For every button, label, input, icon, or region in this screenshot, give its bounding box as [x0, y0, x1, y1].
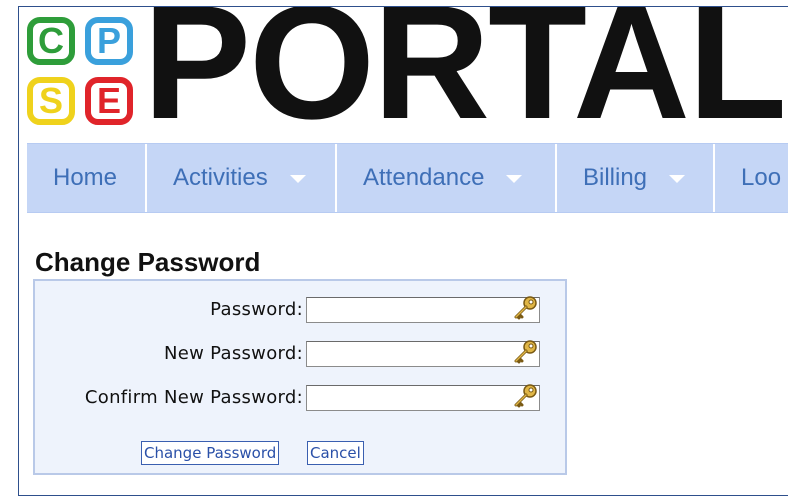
logo-tile-c: C: [27, 17, 75, 65]
page-title: Change Password: [35, 247, 261, 277]
confirm-password-label: Confirm New Password:: [84, 387, 303, 408]
new-password-label: New Password:: [163, 343, 303, 364]
new-password-row: New Password:: [35, 339, 565, 369]
key-icon: [514, 340, 537, 364]
chevron-down-icon: [289, 175, 306, 183]
nav-item-activities[interactable]: Activities: [147, 144, 337, 212]
nav-item-label: Home: [53, 164, 118, 191]
chevron-down-icon: [506, 175, 523, 183]
logo-tile-s: S: [27, 77, 75, 125]
nav-item-lookups[interactable]: Loo: [715, 144, 788, 212]
main-navigation: Home Activities Attendance Billing Loo: [27, 143, 788, 213]
nav-item-label: Billing: [583, 164, 648, 191]
logo-tile-e: E: [85, 77, 133, 125]
password-row: Password:: [35, 295, 565, 325]
change-password-button[interactable]: Change Password: [141, 441, 280, 465]
key-icon: [514, 384, 537, 408]
key-icon: [514, 296, 537, 320]
confirm-password-row: Confirm New Password:: [35, 383, 565, 413]
portal-window: C P S E PORTAL Home Activities Attendanc…: [18, 6, 788, 496]
confirm-password-field[interactable]: [306, 385, 540, 411]
nav-item-attendance[interactable]: Attendance: [337, 144, 557, 212]
password-field[interactable]: [306, 297, 540, 323]
new-password-field[interactable]: [306, 341, 540, 367]
cancel-button[interactable]: Cancel: [307, 441, 364, 465]
chevron-down-icon: [669, 175, 686, 183]
nav-item-label: Activities: [173, 164, 268, 191]
nav-item-label: Loo: [741, 164, 782, 191]
logo-portal-wordmark: PORTAL: [143, 6, 787, 153]
change-password-form: Password: New Password: Confirm New Pass…: [33, 279, 567, 475]
cpse-logo: C P S E: [27, 17, 139, 131]
nav-item-label: Attendance: [363, 164, 485, 191]
password-label: Password:: [210, 299, 303, 320]
logo-tile-p: P: [85, 17, 133, 65]
nav-item-home[interactable]: Home: [27, 144, 147, 212]
nav-item-billing[interactable]: Billing: [557, 144, 715, 212]
